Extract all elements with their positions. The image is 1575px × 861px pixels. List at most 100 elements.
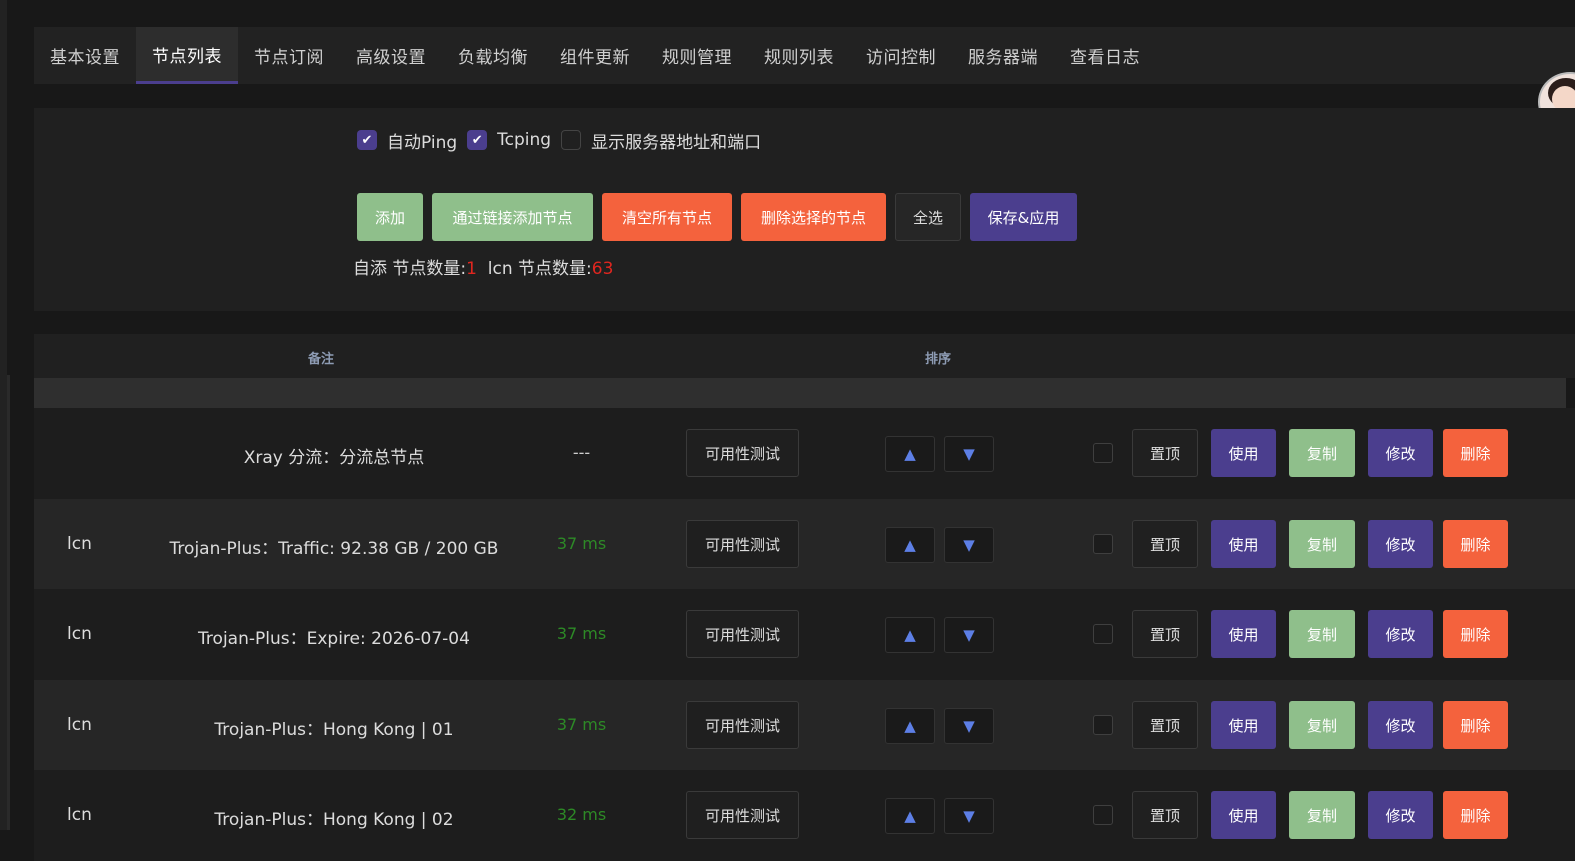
tab-server-side[interactable]: 服务器端 — [952, 27, 1054, 84]
auto-ping-label: 自动Ping — [387, 132, 458, 153]
pin-top-button[interactable]: 置顶 — [1132, 701, 1198, 749]
tab-access-control[interactable]: 访问控制 — [850, 27, 952, 84]
move-down-icon[interactable]: ▼ — [944, 436, 994, 472]
pin-top-button[interactable]: 置顶 — [1132, 520, 1198, 568]
show-server-label: 显示服务器地址和端口 — [591, 132, 762, 153]
copy-button[interactable]: 复制 — [1289, 701, 1355, 749]
move-down-icon[interactable]: ▼ — [944, 527, 994, 563]
left-edge — [0, 0, 7, 830]
move-down-icon[interactable]: ▼ — [944, 617, 994, 653]
copy-button[interactable]: 复制 — [1289, 791, 1355, 839]
action-toolbar: 添加 通过链接添加节点 清空所有节点 删除选择的节点 全选 保存&应用 — [357, 193, 1086, 241]
node-type: lcn — [67, 624, 92, 644]
auto-ping-checkbox[interactable]: ✔ — [357, 130, 377, 150]
node-remark: Trojan-Plus：Hong Kong | 02 — [214, 810, 454, 830]
table-header: 备注 排序 — [34, 334, 1575, 378]
table-row: Xray 分流：分流总节点 --- 可用性测试 ▲ ▼ 置顶 使用 复制 修改 删除 — [34, 408, 1575, 499]
edit-button[interactable]: 修改 — [1368, 701, 1433, 749]
table-row: lcn Trojan-Plus：Hong Kong | 01 37 ms 可用性测试 ▲… — [34, 680, 1575, 771]
lcn-count-value: 63 — [591, 259, 614, 279]
node-ping: 37 ms — [556, 624, 607, 643]
show-server-checkbox[interactable] — [561, 130, 582, 150]
edit-button[interactable]: 修改 — [1368, 791, 1433, 839]
availability-test-button[interactable]: 可用性测试 — [686, 610, 799, 658]
move-up-icon[interactable]: ▲ — [885, 617, 935, 653]
table-row: lcn Trojan-Plus：Expire: 2026-07-04 37 ms 可用… — [34, 589, 1575, 680]
node-type: lcn — [67, 715, 92, 735]
node-type: lcn — [67, 534, 92, 554]
tab-rule-list[interactable]: 规则列表 — [748, 27, 850, 84]
delete-button[interactable]: 删除 — [1443, 429, 1508, 477]
table-spacer — [34, 378, 1566, 408]
node-ping: 37 ms — [556, 715, 607, 734]
save-apply-button[interactable]: 保存&应用 — [970, 193, 1077, 241]
availability-test-button[interactable]: 可用性测试 — [686, 520, 799, 568]
node-ping: 37 ms — [556, 534, 607, 553]
option-checkboxes: ✔ 自动Ping ✔ Tcping 显示服务器地址和端口 — [357, 127, 771, 153]
row-select-checkbox[interactable] — [1093, 805, 1113, 825]
node-ping: --- — [572, 443, 591, 462]
tcping-checkbox[interactable]: ✔ — [467, 130, 488, 150]
edit-button[interactable]: 修改 — [1368, 610, 1433, 658]
node-remark: Xray 分流：分流总节点 — [243, 448, 425, 468]
clear-all-nodes-button[interactable]: 清空所有节点 — [602, 193, 732, 241]
pin-top-button[interactable]: 置顶 — [1132, 429, 1198, 477]
move-up-icon[interactable]: ▲ — [885, 798, 935, 834]
delete-button[interactable]: 删除 — [1443, 520, 1508, 568]
move-up-icon[interactable]: ▲ — [885, 436, 935, 472]
delete-selected-button[interactable]: 删除选择的节点 — [741, 193, 886, 241]
delete-button[interactable]: 删除 — [1443, 701, 1508, 749]
add-by-link-button[interactable]: 通过链接添加节点 — [432, 193, 593, 241]
availability-test-button[interactable]: 可用性测试 — [686, 791, 799, 839]
tab-bar: 基本设置 节点列表 节点订阅 高级设置 负载均衡 组件更新 规则管理 规则列表 … — [34, 27, 1575, 84]
node-counts: 自添 节点数量:1 lcn 节点数量:63 — [353, 254, 613, 279]
copy-button[interactable]: 复制 — [1289, 610, 1355, 658]
tab-rule-manage[interactable]: 规则管理 — [646, 27, 748, 84]
row-select-checkbox[interactable] — [1093, 624, 1113, 644]
edit-button[interactable]: 修改 — [1368, 429, 1433, 477]
add-button[interactable]: 添加 — [357, 193, 423, 241]
copy-button[interactable]: 复制 — [1289, 429, 1355, 477]
row-select-checkbox[interactable] — [1093, 534, 1113, 554]
node-remark: Trojan-Plus：Hong Kong | 01 — [214, 720, 454, 740]
use-button[interactable]: 使用 — [1211, 610, 1276, 658]
self-count-value: 1 — [466, 259, 477, 279]
row-select-checkbox[interactable] — [1093, 715, 1113, 735]
tab-basic-settings[interactable]: 基本设置 — [34, 27, 136, 84]
self-count-label: 自添 节点数量: — [353, 259, 467, 279]
col-remark: 备注 — [308, 352, 335, 367]
table-row: lcn Trojan-Plus：Hong Kong | 02 32 ms 可用性测试 ▲… — [34, 770, 1575, 861]
tab-component-update[interactable]: 组件更新 — [544, 27, 646, 84]
node-remark: Trojan-Plus：Traffic: 92.38 GB / 200 GB — [169, 539, 499, 559]
node-ping: 32 ms — [556, 805, 607, 824]
tcping-label: Tcping — [497, 130, 552, 150]
move-up-icon[interactable]: ▲ — [885, 527, 935, 563]
pin-top-button[interactable]: 置顶 — [1132, 610, 1198, 658]
tab-load-balance[interactable]: 负载均衡 — [442, 27, 544, 84]
tab-view-log[interactable]: 查看日志 — [1054, 27, 1156, 84]
lcn-count-label: lcn 节点数量: — [487, 259, 592, 279]
tab-node-list[interactable]: 节点列表 — [136, 27, 238, 84]
availability-test-button[interactable]: 可用性测试 — [686, 429, 799, 477]
copy-button[interactable]: 复制 — [1289, 520, 1355, 568]
move-down-icon[interactable]: ▼ — [944, 708, 994, 744]
pin-top-button[interactable]: 置顶 — [1132, 791, 1198, 839]
availability-test-button[interactable]: 可用性测试 — [686, 701, 799, 749]
row-select-checkbox[interactable] — [1093, 443, 1113, 463]
table-row: lcn Trojan-Plus：Traffic: 92.38 GB / 200 G… — [34, 499, 1575, 590]
col-sort: 排序 — [925, 352, 952, 367]
use-button[interactable]: 使用 — [1211, 791, 1276, 839]
move-up-icon[interactable]: ▲ — [885, 708, 935, 744]
use-button[interactable]: 使用 — [1211, 701, 1276, 749]
tab-advanced-settings[interactable]: 高级设置 — [340, 27, 442, 84]
move-down-icon[interactable]: ▼ — [944, 798, 994, 834]
use-button[interactable]: 使用 — [1211, 520, 1276, 568]
use-button[interactable]: 使用 — [1211, 429, 1276, 477]
delete-button[interactable]: 删除 — [1443, 791, 1508, 839]
edit-button[interactable]: 修改 — [1368, 520, 1433, 568]
node-type: lcn — [67, 805, 92, 825]
tab-node-subscribe[interactable]: 节点订阅 — [238, 27, 340, 84]
delete-button[interactable]: 删除 — [1443, 610, 1508, 658]
select-all-button[interactable]: 全选 — [895, 193, 961, 241]
left-scroll-track — [7, 375, 10, 830]
